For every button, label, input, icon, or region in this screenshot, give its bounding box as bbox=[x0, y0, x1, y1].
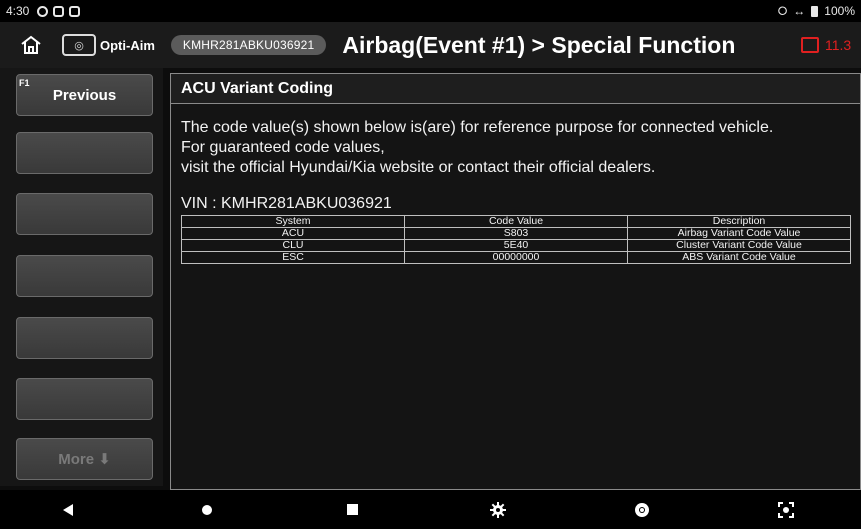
opti-aim-button[interactable]: ◎ Opti-Aim bbox=[62, 34, 155, 56]
sync-status-icon bbox=[37, 5, 49, 17]
message-line: The code value(s) shown below is(are) fo… bbox=[181, 119, 774, 136]
cell-code-value: 5E40 bbox=[404, 239, 628, 252]
vibrate-icon: ⭘ bbox=[777, 3, 788, 18]
home-nav-button[interactable] bbox=[192, 490, 222, 529]
home-circle-icon bbox=[202, 504, 212, 515]
vin-badge: KMHR281ABKU036921 bbox=[170, 35, 327, 55]
cell-system: CLU bbox=[181, 239, 405, 252]
previous-label: Previous bbox=[52, 86, 117, 104]
status-time: 4:30 bbox=[6, 4, 30, 18]
cell-description: ABS Variant Code Value bbox=[627, 251, 851, 264]
message-line: For guaranteed code values, bbox=[181, 139, 385, 156]
battery-voltage-indicator: 11.3 bbox=[801, 37, 861, 53]
status-right: ⭘ ↔ 100% bbox=[778, 4, 855, 19]
function-button-4[interactable] bbox=[16, 255, 153, 297]
panel-content: The code value(s) shown below is(are) fo… bbox=[171, 104, 860, 264]
opti-aim-label: Opti-Aim bbox=[100, 37, 155, 53]
table-header-row: System Code Value Description bbox=[181, 215, 851, 228]
recents-icon bbox=[346, 504, 358, 515]
navigation-bar bbox=[0, 490, 861, 529]
windshield-camera-icon: ◎ bbox=[62, 34, 96, 56]
status-bar: 4:30 ⭘ ↔ 100% bbox=[0, 0, 861, 22]
battery-voltage: 11.3 bbox=[825, 37, 852, 53]
battery-percent: 100% bbox=[824, 4, 855, 18]
function-button-3[interactable] bbox=[16, 193, 153, 235]
back-button[interactable] bbox=[53, 490, 83, 529]
screenshot-button[interactable] bbox=[771, 490, 801, 529]
settings-button[interactable] bbox=[483, 490, 513, 529]
message-line: visit the official Hyundai/Kia website o… bbox=[181, 159, 656, 176]
battery-icon bbox=[811, 5, 819, 17]
column-header-system: System bbox=[181, 215, 405, 228]
recents-button[interactable] bbox=[337, 490, 367, 529]
cell-code-value: 00000000 bbox=[404, 251, 628, 264]
home-button[interactable] bbox=[14, 29, 48, 61]
table-row: ESC 00000000 ABS Variant Code Value bbox=[181, 251, 851, 264]
notification-status-icon bbox=[53, 5, 65, 17]
screenshot-icon bbox=[778, 501, 794, 518]
home-icon bbox=[21, 35, 41, 54]
function-sidebar: F1 Previous More ⬇ bbox=[0, 68, 163, 486]
variant-code-table: System Code Value Description ACU S803 A… bbox=[181, 215, 851, 264]
browser-button[interactable] bbox=[627, 490, 657, 529]
column-header-description: Description bbox=[627, 215, 851, 228]
table-row: ACU S803 Airbag Variant Code Value bbox=[181, 227, 851, 240]
function-button-6[interactable] bbox=[16, 378, 153, 420]
cell-description: Cluster Variant Code Value bbox=[627, 239, 851, 252]
notification-status-icon-2 bbox=[69, 5, 81, 17]
app-header: ◎ Opti-Aim KMHR281ABKU036921 Airbag(Even… bbox=[0, 22, 861, 68]
cell-description: Airbag Variant Code Value bbox=[627, 227, 851, 240]
main-panel: ACU Variant Coding The code value(s) sho… bbox=[170, 73, 861, 490]
reference-message: The code value(s) shown below is(are) fo… bbox=[181, 118, 850, 178]
cell-code-value: S803 bbox=[404, 227, 628, 240]
more-button[interactable]: More ⬇ bbox=[16, 438, 153, 480]
car-battery-icon bbox=[801, 37, 819, 53]
data-transfer-icon: ↔ bbox=[793, 4, 806, 18]
cell-system: ACU bbox=[181, 227, 405, 240]
function-button-2[interactable] bbox=[16, 132, 153, 174]
back-icon bbox=[63, 503, 73, 516]
previous-button[interactable]: F1 Previous bbox=[16, 74, 153, 116]
chrome-icon bbox=[635, 502, 649, 517]
vin-line: VIN : KMHR281ABKU036921 bbox=[181, 195, 392, 212]
panel-title: ACU Variant Coding bbox=[171, 74, 860, 104]
f1-key-label: F1 bbox=[19, 78, 30, 88]
function-button-5[interactable] bbox=[16, 317, 153, 359]
column-header-code-value: Code Value bbox=[404, 215, 628, 228]
gear-icon bbox=[490, 501, 506, 518]
table-row: CLU 5E40 Cluster Variant Code Value bbox=[181, 239, 851, 252]
more-label: More ⬇ bbox=[58, 451, 111, 468]
page-title: Airbag(Event #1) > Special Function bbox=[342, 31, 736, 58]
cell-system: ESC bbox=[181, 251, 405, 264]
